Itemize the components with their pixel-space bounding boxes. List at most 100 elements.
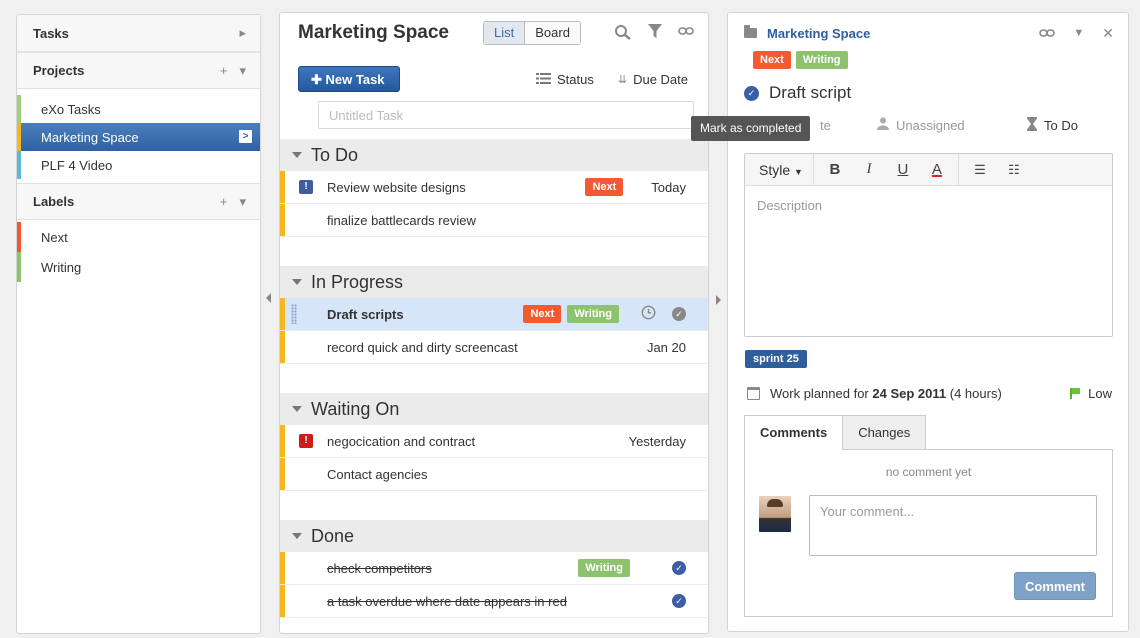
work-planned-row: Work planned for 24 Sep 2011 (4 hours) L… [747,383,1112,403]
sort-by-due-date[interactable]: ⇊ Due Date [618,72,688,87]
work-planned-prefix: Work planned for [770,385,869,401]
group-to-do: To Do ! Review website designs Next Today… [280,139,708,237]
priority-icon: ! [299,434,313,448]
chevron-right-icon[interactable]: > [239,130,252,143]
check-icon[interactable]: ✓ [672,594,686,608]
drag-handle-icon[interactable] [291,304,297,324]
tab-comments[interactable]: Comments [744,415,844,450]
no-comment-text: no comment yet [885,465,972,479]
group-by-status[interactable]: Status [536,72,594,87]
add-project-icon[interactable]: + [220,63,228,78]
task-row[interactable]: finalize battlecards review [280,204,708,237]
view-board-button[interactable]: Board [525,22,580,44]
bullet-list-icon[interactable]: ☰ [963,162,997,178]
task-name: check competitors [327,560,432,576]
group-header[interactable]: Waiting On [280,393,708,425]
task-row[interactable]: ! Review website designs Next Today [280,171,708,204]
avatar [759,496,791,532]
caret-down-icon [292,406,302,412]
filter-icon[interactable] [648,23,662,43]
project-item-marketing-space[interactable]: Marketing Space > [17,123,260,151]
label-badge[interactable]: Writing [567,305,619,323]
underline-icon[interactable]: U [886,161,920,178]
task-title[interactable]: Draft script [769,83,851,103]
new-task-button[interactable]: ✚ New Task [298,66,400,92]
tasks-header[interactable]: Tasks ▸ [17,15,260,52]
label-badge[interactable]: Writing [795,51,848,69]
comments-box: no comment yet Comment [744,449,1113,617]
labels-label: Labels [33,194,75,209]
label-badge[interactable]: Next [753,51,791,69]
task-color-bar [280,298,285,330]
projects-header: Projects + ▾ [17,52,260,89]
italic-icon[interactable]: I [852,161,886,178]
add-label-icon[interactable]: + [220,194,228,209]
bold-icon[interactable]: B [818,161,852,178]
project-item-plf4-video[interactable]: PLF 4 Video [17,151,260,179]
task-color-bar [280,331,285,363]
sort-down-icon: ⇊ [617,73,628,86]
label-badge[interactable]: Next [523,305,562,323]
check-icon[interactable]: ✓ [672,561,686,575]
task-row[interactable]: check competitors Writing ✓ [280,552,708,585]
task-color-bar [280,204,285,236]
sprint-tag[interactable]: sprint 25 [745,350,807,368]
tab-changes[interactable]: Changes [843,415,927,449]
assignee-field[interactable]: Unassigned [877,117,1027,133]
style-dropdown[interactable]: Style ▼ [745,153,814,186]
label-badge[interactable]: Writing [578,559,630,577]
description-field[interactable]: Description [745,186,1112,225]
task-due-date: Jan 20 [646,339,686,355]
work-planned-date[interactable]: 24 Sep 2011 [872,386,946,401]
chevron-down-icon[interactable]: ▾ [239,194,246,210]
search-icon[interactable] [614,24,632,43]
assignee-text: Unassigned [896,117,965,133]
numbered-list-icon[interactable]: ☷ [997,162,1031,178]
close-icon[interactable]: ✕ [1102,25,1114,42]
task-row[interactable]: ! negocication and contract Yesterday [280,425,708,458]
label-item-writing[interactable]: Writing [17,252,260,282]
projects-label: Projects [33,63,85,78]
comment-input[interactable] [809,495,1097,556]
chevron-down-icon[interactable]: ▼ [1073,27,1084,39]
mark-complete-icon[interactable]: ✓ [744,85,759,101]
caret-down-icon [292,533,302,539]
clock-icon[interactable] [641,305,656,323]
label-text: Writing [41,259,82,275]
group-header[interactable]: To Do [280,139,708,171]
task-list-panel: Marketing Space List Board ✚ New Task St… [279,12,709,634]
link-icon[interactable] [1039,26,1056,41]
group-header[interactable]: Done [280,520,708,552]
status-field[interactable]: To Do [1027,116,1078,134]
group-header[interactable]: In Progress [280,266,708,298]
collapse-left-icon[interactable] [266,293,271,303]
calendar-icon [747,386,760,400]
chevron-down-icon[interactable]: ▾ [239,63,246,79]
text-color-icon[interactable]: A [920,161,954,178]
task-row[interactable]: Contact agencies [280,458,708,491]
task-row[interactable]: record quick and dirty screencast Jan 20 [280,331,708,364]
collapse-right-icon[interactable] [716,295,721,305]
due-date-text: te [820,117,831,133]
project-item-exo-tasks[interactable]: eXo Tasks [17,95,260,123]
group-title: Done [311,525,355,546]
label-badge[interactable]: Next [585,178,624,196]
task-due-date: Yesterday [628,433,686,449]
label-item-next[interactable]: Next [17,222,260,252]
view-list-button[interactable]: List [484,22,526,44]
task-due-date: Today [651,179,686,195]
group-title: In Progress [311,271,404,292]
check-icon[interactable]: ✓ [672,307,686,321]
untitled-task-input[interactable] [318,101,694,129]
link-icon[interactable] [678,24,694,43]
comment-button[interactable]: Comment [1014,572,1096,600]
task-row-selected[interactable]: Draft scripts Next Writing ✓ [280,298,708,331]
view-toggle: List Board [483,21,581,45]
task-row[interactable]: a task overdue where date appears in red… [280,585,708,618]
task-color-bar [280,585,285,617]
label-color-bar [17,252,21,282]
project-link[interactable]: Marketing Space [767,26,870,41]
folder-icon [744,25,757,38]
chevron-right-icon[interactable]: ▸ [239,25,246,41]
priority-field[interactable]: Low [1070,386,1112,401]
